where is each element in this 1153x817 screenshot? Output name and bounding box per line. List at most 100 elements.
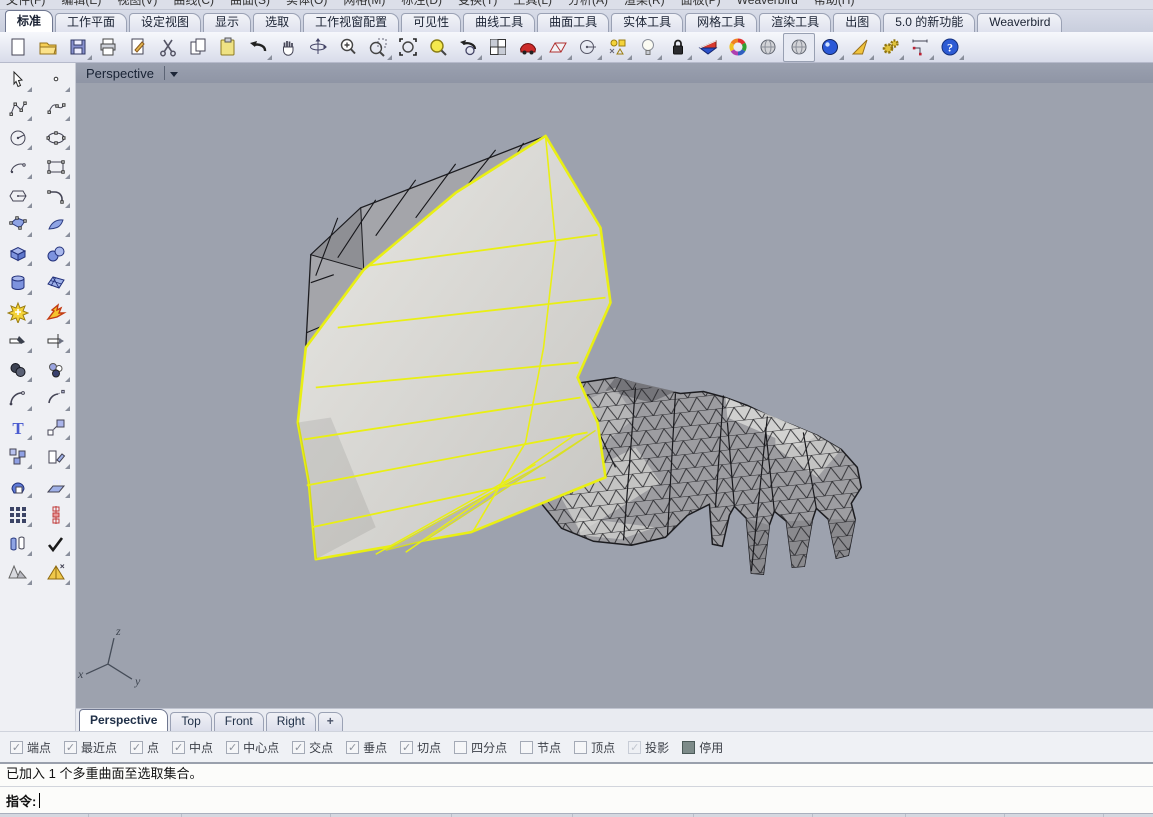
menu-item-6[interactable]: 网格(M) <box>343 0 385 8</box>
help-button[interactable]: ? <box>935 34 965 61</box>
osnap-item-10[interactable]: 顶点 <box>574 739 615 756</box>
mesh-patch-tool[interactable] <box>41 270 71 296</box>
text-tool[interactable]: T <box>3 415 33 441</box>
menu-item-9[interactable]: 工具(L) <box>513 0 552 8</box>
menu-item-1[interactable]: 编辑(E) <box>61 0 101 8</box>
rotate-view-button[interactable] <box>303 34 333 61</box>
lock-button[interactable] <box>663 34 693 61</box>
rendered-sphere-button[interactable] <box>815 34 845 61</box>
toolbar-tab-5[interactable]: 工作视窗配置 <box>303 13 399 32</box>
osnap-item-1[interactable]: ✓最近点 <box>64 739 117 756</box>
surface-patch-tool[interactable] <box>3 212 33 238</box>
osnap-item-9[interactable]: 节点 <box>520 739 561 756</box>
viewport-canvas[interactable]: z x y <box>76 83 1153 708</box>
curve-control-tool[interactable] <box>41 96 71 122</box>
solid-union-tool[interactable] <box>3 473 33 499</box>
menu-item-7[interactable]: 标注(D) <box>401 0 442 8</box>
menu-item-14[interactable]: 帮助(H) <box>814 0 855 8</box>
undo-button[interactable] <box>243 34 273 61</box>
menu-item-8[interactable]: 变换(T) <box>458 0 497 8</box>
array-grid-tool[interactable] <box>3 502 33 528</box>
zoom-selected-button[interactable] <box>423 34 453 61</box>
boolean-union-tool[interactable] <box>3 357 33 383</box>
explode-star-tool[interactable] <box>3 299 33 325</box>
box-tool[interactable] <box>3 241 33 267</box>
osnap-checkbox-9[interactable] <box>520 741 533 754</box>
menu-item-2[interactable]: 视图(V) <box>117 0 157 8</box>
named-view-car-button[interactable] <box>513 34 543 61</box>
cut-button[interactable] <box>153 34 183 61</box>
polyline-tool[interactable] <box>3 96 33 122</box>
toolbar-tab-11[interactable]: 渲染工具 <box>759 13 831 32</box>
viewport-tab-top[interactable]: Top <box>170 712 211 731</box>
options-gears-button[interactable] <box>875 34 905 61</box>
extend-curve-tool[interactable] <box>41 386 71 412</box>
print-button[interactable] <box>93 34 123 61</box>
circle-center-button[interactable] <box>573 34 603 61</box>
osnap-item-7[interactable]: ✓切点 <box>400 739 441 756</box>
menu-item-11[interactable]: 渲染(R) <box>624 0 665 8</box>
polygon-tool[interactable] <box>3 183 33 209</box>
scale-tool[interactable] <box>41 415 71 441</box>
split-surfaces-tool[interactable] <box>3 531 33 557</box>
osnap-item-0[interactable]: ✓端点 <box>10 739 51 756</box>
viewport-menu-caret-icon[interactable] <box>170 72 178 77</box>
dimension-button[interactable] <box>905 34 935 61</box>
color-wheel-button[interactable] <box>723 34 753 61</box>
toolbar-tab-12[interactable]: 出图 <box>833 13 881 32</box>
command-prompt[interactable]: 指令: <box>0 786 1153 813</box>
paste-button[interactable] <box>213 34 243 61</box>
lamp-button[interactable] <box>633 34 663 61</box>
open-folder-button[interactable] <box>33 34 63 61</box>
layer-wedge-button[interactable] <box>693 34 723 61</box>
viewport-layout-button[interactable] <box>483 34 513 61</box>
osnap-item-2[interactable]: ✓点 <box>130 739 159 756</box>
menu-item-4[interactable]: 曲面(S) <box>230 0 270 8</box>
menu-item-10[interactable]: 分析(A) <box>568 0 608 8</box>
boolean-dots-tool[interactable] <box>41 357 71 383</box>
emap-tool[interactable] <box>41 473 71 499</box>
spheres-tool[interactable] <box>41 241 71 267</box>
osnap-checkbox-12[interactable] <box>682 741 695 754</box>
fillet-corner-tool[interactable] <box>41 183 71 209</box>
osnap-item-11[interactable]: ✓投影 <box>628 739 669 756</box>
curve-fillet-tool[interactable] <box>3 386 33 412</box>
toolbar-tab-9[interactable]: 实体工具 <box>611 13 683 32</box>
viewport-tab-front[interactable]: Front <box>214 712 264 731</box>
rectangle-tool[interactable] <box>41 154 71 180</box>
toolbar-tab-4[interactable]: 选取 <box>253 13 301 32</box>
undo-view-button[interactable] <box>453 34 483 61</box>
toolbar-tab-2[interactable]: 设定视图 <box>129 13 201 32</box>
toolbar-tab-6[interactable]: 可见性 <box>401 13 461 32</box>
toolbar-tab-10[interactable]: 网格工具 <box>685 13 757 32</box>
circle-tool[interactable] <box>3 125 33 151</box>
toolbar-tab-14[interactable]: Weaverbird <box>977 13 1062 32</box>
zoom-extents-button[interactable] <box>393 34 423 61</box>
osnap-item-4[interactable]: ✓中心点 <box>226 739 279 756</box>
render-cone-button[interactable] <box>845 34 875 61</box>
osnap-item-6[interactable]: ✓垂点 <box>346 739 387 756</box>
edit-pencil-tool[interactable] <box>41 444 71 470</box>
select-arrow-tool[interactable] <box>3 67 33 93</box>
shaded-sphere-button[interactable] <box>753 34 783 61</box>
osnap-item-12[interactable]: 停用 <box>682 739 723 756</box>
osnap-checkbox-1[interactable]: ✓ <box>64 741 77 754</box>
copy-button[interactable] <box>183 34 213 61</box>
pyramid-tool[interactable] <box>41 560 71 586</box>
osnap-checkbox-4[interactable]: ✓ <box>226 741 239 754</box>
osnap-checkbox-6[interactable]: ✓ <box>346 741 359 754</box>
burst-tool[interactable] <box>41 299 71 325</box>
save-button[interactable] <box>63 34 93 61</box>
osnap-checkbox-10[interactable] <box>574 741 587 754</box>
pan-button[interactable] <box>273 34 303 61</box>
selection-filter-button[interactable] <box>603 34 633 61</box>
zoom-window-button[interactable] <box>363 34 393 61</box>
osnap-item-3[interactable]: ✓中点 <box>172 739 213 756</box>
viewport-tab-right[interactable]: Right <box>266 712 316 731</box>
point-tool[interactable] <box>41 67 71 93</box>
array-linear-tool[interactable] <box>41 502 71 528</box>
toolbar-tab-1[interactable]: 工作平面 <box>55 13 127 32</box>
osnap-checkbox-3[interactable]: ✓ <box>172 741 185 754</box>
split-bar-tool[interactable] <box>41 328 71 354</box>
osnap-checkbox-11[interactable]: ✓ <box>628 741 641 754</box>
